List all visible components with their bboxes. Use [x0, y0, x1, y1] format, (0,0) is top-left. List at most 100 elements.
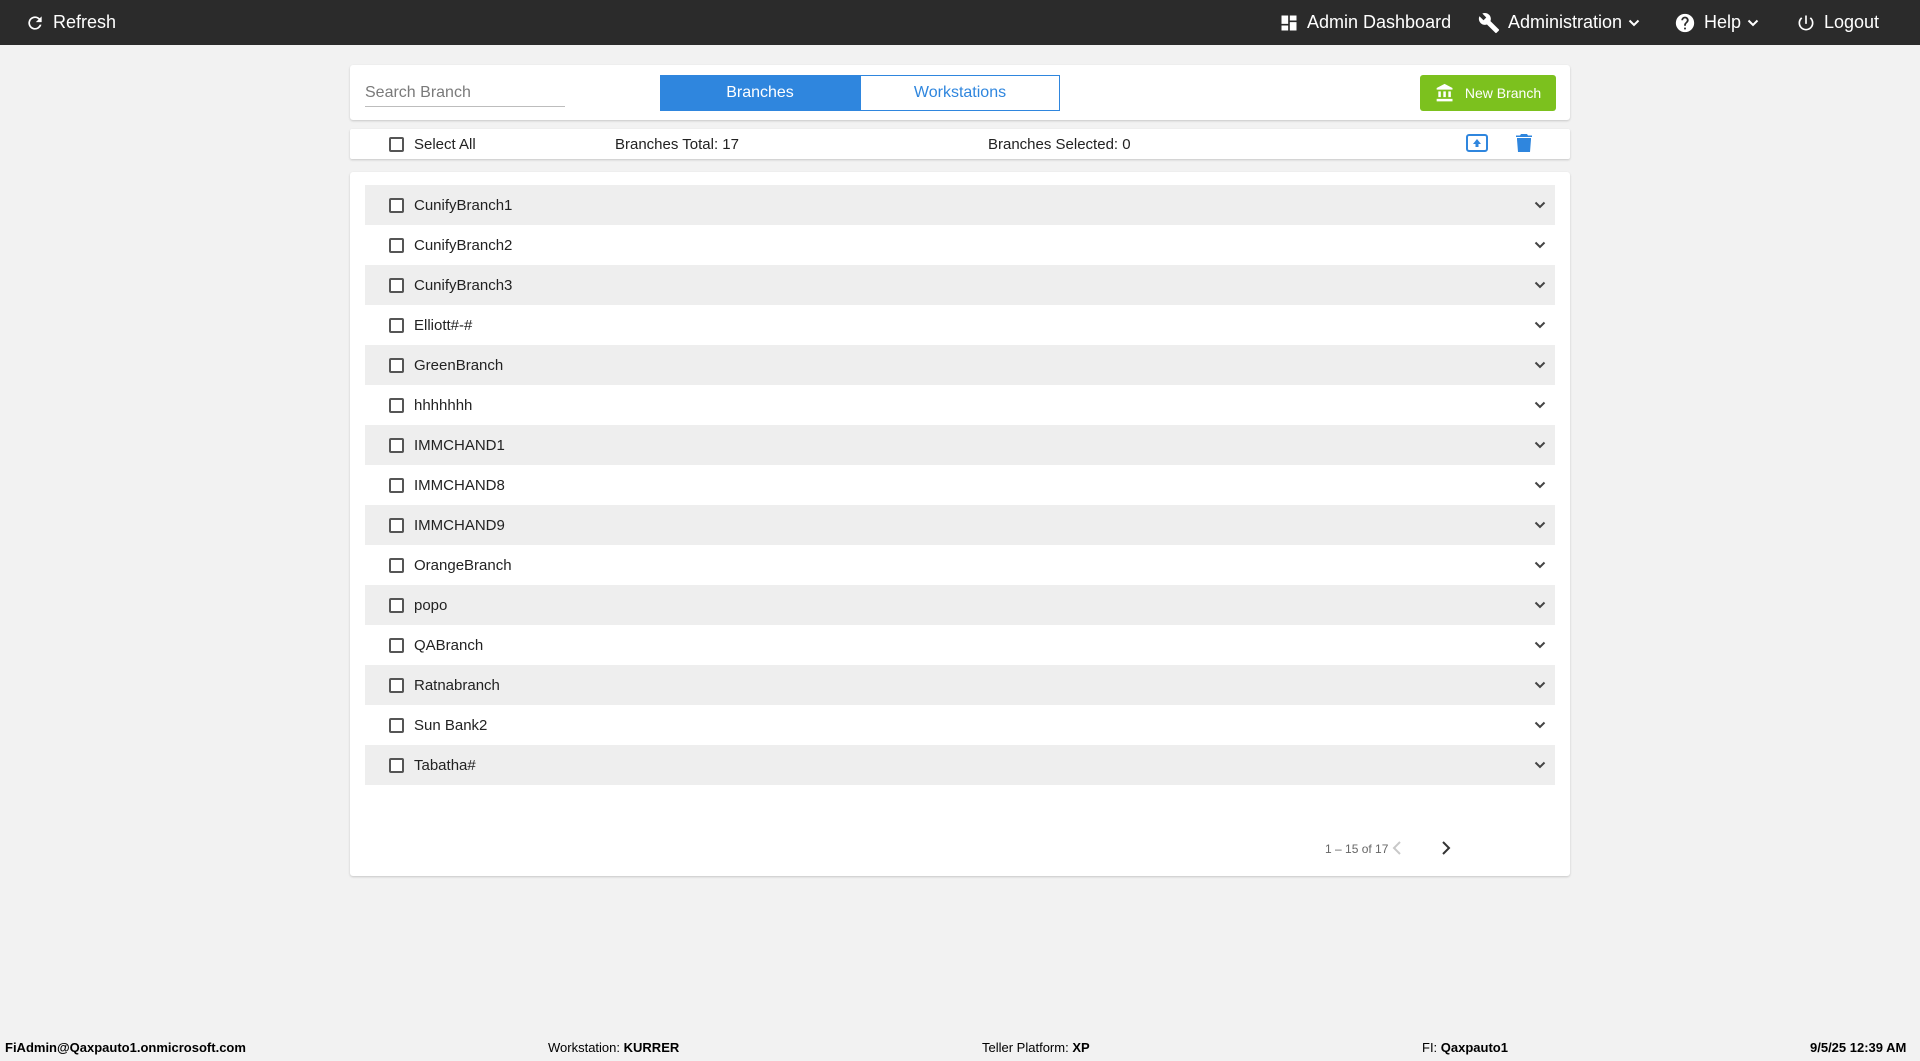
tab-branches[interactable]: Branches [660, 75, 860, 111]
branch-checkbox[interactable] [389, 517, 404, 533]
branch-checkbox[interactable] [389, 397, 404, 413]
help-menu[interactable]: Help [1674, 0, 1759, 45]
branch-checkbox[interactable] [389, 357, 404, 373]
branch-name: IMMCHAND8 [414, 476, 505, 494]
expand-chevron-icon[interactable] [1533, 519, 1547, 531]
footer-platform: Teller Platform: XP [982, 1040, 1090, 1055]
expand-chevron-icon[interactable] [1533, 759, 1547, 771]
expand-chevron-icon[interactable] [1533, 199, 1547, 211]
admin-dashboard-label: Admin Dashboard [1307, 12, 1452, 32]
branch-name: OrangeBranch [414, 556, 512, 574]
branch-checkbox[interactable] [389, 437, 404, 453]
admin-dashboard-link[interactable]: Admin Dashboard [1279, 0, 1451, 45]
branch-row[interactable]: QABranch [365, 625, 1555, 665]
expand-chevron-icon[interactable] [1533, 399, 1547, 411]
branch-row[interactable]: CunifyBranch3 [365, 265, 1555, 305]
chevron-down-icon [1747, 17, 1759, 29]
branch-checkbox[interactable] [389, 597, 404, 613]
branch-row[interactable]: CunifyBranch2 [365, 225, 1555, 265]
platform-label: Teller Platform: [982, 1040, 1069, 1055]
power-icon [1798, 15, 1814, 30]
branch-checkbox[interactable] [389, 677, 404, 693]
branch-checkbox[interactable] [389, 717, 404, 733]
select-all-label: Select All [414, 136, 476, 153]
branch-list-card: CunifyBranch1 CunifyBranch2 CunifyBranch3 E… [350, 172, 1570, 876]
chevron-down-icon [1628, 17, 1640, 29]
branch-name: hhhhhhh [414, 396, 473, 414]
branch-list: CunifyBranch1 CunifyBranch2 CunifyBranch3 E… [365, 185, 1555, 785]
wrench-icon [1478, 12, 1500, 33]
expand-chevron-icon[interactable] [1533, 319, 1547, 331]
branch-checkbox[interactable] [389, 757, 404, 773]
footer-fi: FI: Qaxpauto1 [1422, 1040, 1508, 1055]
tab-workstations[interactable]: Workstations [860, 75, 1060, 111]
branches-selected: Branches Selected: 0 [988, 136, 1131, 153]
expand-chevron-icon[interactable] [1533, 439, 1547, 451]
next-page-button[interactable] [1439, 839, 1453, 860]
branch-row[interactable]: Tabatha# [365, 745, 1555, 785]
branch-row[interactable]: IMMCHAND8 [365, 465, 1555, 505]
help-icon [1675, 13, 1695, 32]
branch-checkbox[interactable] [389, 197, 404, 213]
new-branch-button[interactable]: New Branch [1420, 75, 1556, 111]
branch-checkbox[interactable] [389, 637, 404, 653]
branch-name: CunifyBranch1 [414, 196, 513, 214]
new-branch-label: New Branch [1464, 85, 1542, 101]
administration-menu[interactable]: Administration [1478, 0, 1640, 45]
branch-row[interactable]: GreenBranch [365, 345, 1555, 385]
chevron-left-icon [1392, 841, 1401, 855]
workstation-label: Workstation: [548, 1040, 621, 1055]
footer-user: FiAdmin@Qaxpauto1.onmicrosoft.com [5, 1040, 246, 1055]
expand-chevron-icon[interactable] [1533, 719, 1547, 731]
status-footer: FiAdmin@Qaxpauto1.onmicrosoft.com Workst… [0, 1036, 1920, 1061]
branch-checkbox[interactable] [389, 477, 404, 493]
chevron-right-icon [1442, 841, 1451, 855]
logout-label: Logout [1824, 12, 1880, 32]
expand-chevron-icon[interactable] [1533, 599, 1547, 611]
branch-name: CunifyBranch3 [414, 276, 513, 294]
branch-row[interactable]: CunifyBranch1 [365, 185, 1555, 225]
branch-checkbox[interactable] [389, 317, 404, 333]
branch-row[interactable]: Sun Bank2 [365, 705, 1555, 745]
expand-chevron-icon[interactable] [1533, 639, 1547, 651]
selection-bar: Select All Branches Total: 17 Branches S… [350, 129, 1570, 159]
expand-chevron-icon[interactable] [1533, 279, 1547, 291]
expand-chevron-icon[interactable] [1533, 359, 1547, 371]
trash-icon[interactable] [1516, 133, 1532, 157]
branch-checkbox[interactable] [389, 277, 404, 293]
branch-row[interactable]: IMMCHAND1 [365, 425, 1555, 465]
footer-datetime: 9/5/25 12:39 AM [1810, 1040, 1907, 1055]
branch-row[interactable]: OrangeBranch [365, 545, 1555, 585]
pagination: 1 – 15 of 17 [1270, 837, 1570, 861]
top-navigation-bar: Refresh Admin Dashboard Administration H… [0, 0, 1920, 45]
workstation-value: KURRER [623, 1040, 680, 1055]
dashboard-icon [1281, 15, 1297, 30]
branch-row[interactable]: popo [365, 585, 1555, 625]
platform-value: XP [1072, 1040, 1090, 1055]
expand-chevron-icon[interactable] [1533, 559, 1547, 571]
search-branch-input[interactable] [365, 79, 565, 107]
branch-checkbox[interactable] [389, 237, 404, 253]
branch-row[interactable]: hhhhhhh [365, 385, 1555, 425]
expand-chevron-icon[interactable] [1533, 479, 1547, 491]
logout-button[interactable]: Logout [1796, 0, 1879, 45]
refresh-icon [28, 15, 42, 30]
branch-row[interactable]: IMMCHAND9 [365, 505, 1555, 545]
bank-icon [1436, 83, 1453, 102]
branch-checkbox[interactable] [389, 557, 404, 573]
branch-name: Tabatha# [414, 756, 476, 774]
branch-row[interactable]: Ratnabranch [365, 665, 1555, 705]
previous-page-button[interactable] [1390, 839, 1404, 860]
expand-chevron-icon[interactable] [1533, 679, 1547, 691]
refresh-label: Refresh [53, 12, 117, 32]
refresh-button[interactable]: Refresh [25, 0, 116, 45]
branch-row[interactable]: Elliott#-# [365, 305, 1555, 345]
select-all-checkbox[interactable]: Select All [389, 136, 476, 153]
administration-label: Administration [1508, 12, 1623, 32]
help-label: Help [1704, 12, 1742, 32]
branch-name: Sun Bank2 [414, 716, 488, 734]
checkbox[interactable] [389, 137, 404, 152]
fi-value: Qaxpauto1 [1440, 1040, 1508, 1055]
upload-icon[interactable] [1466, 133, 1488, 157]
expand-chevron-icon[interactable] [1533, 239, 1547, 251]
